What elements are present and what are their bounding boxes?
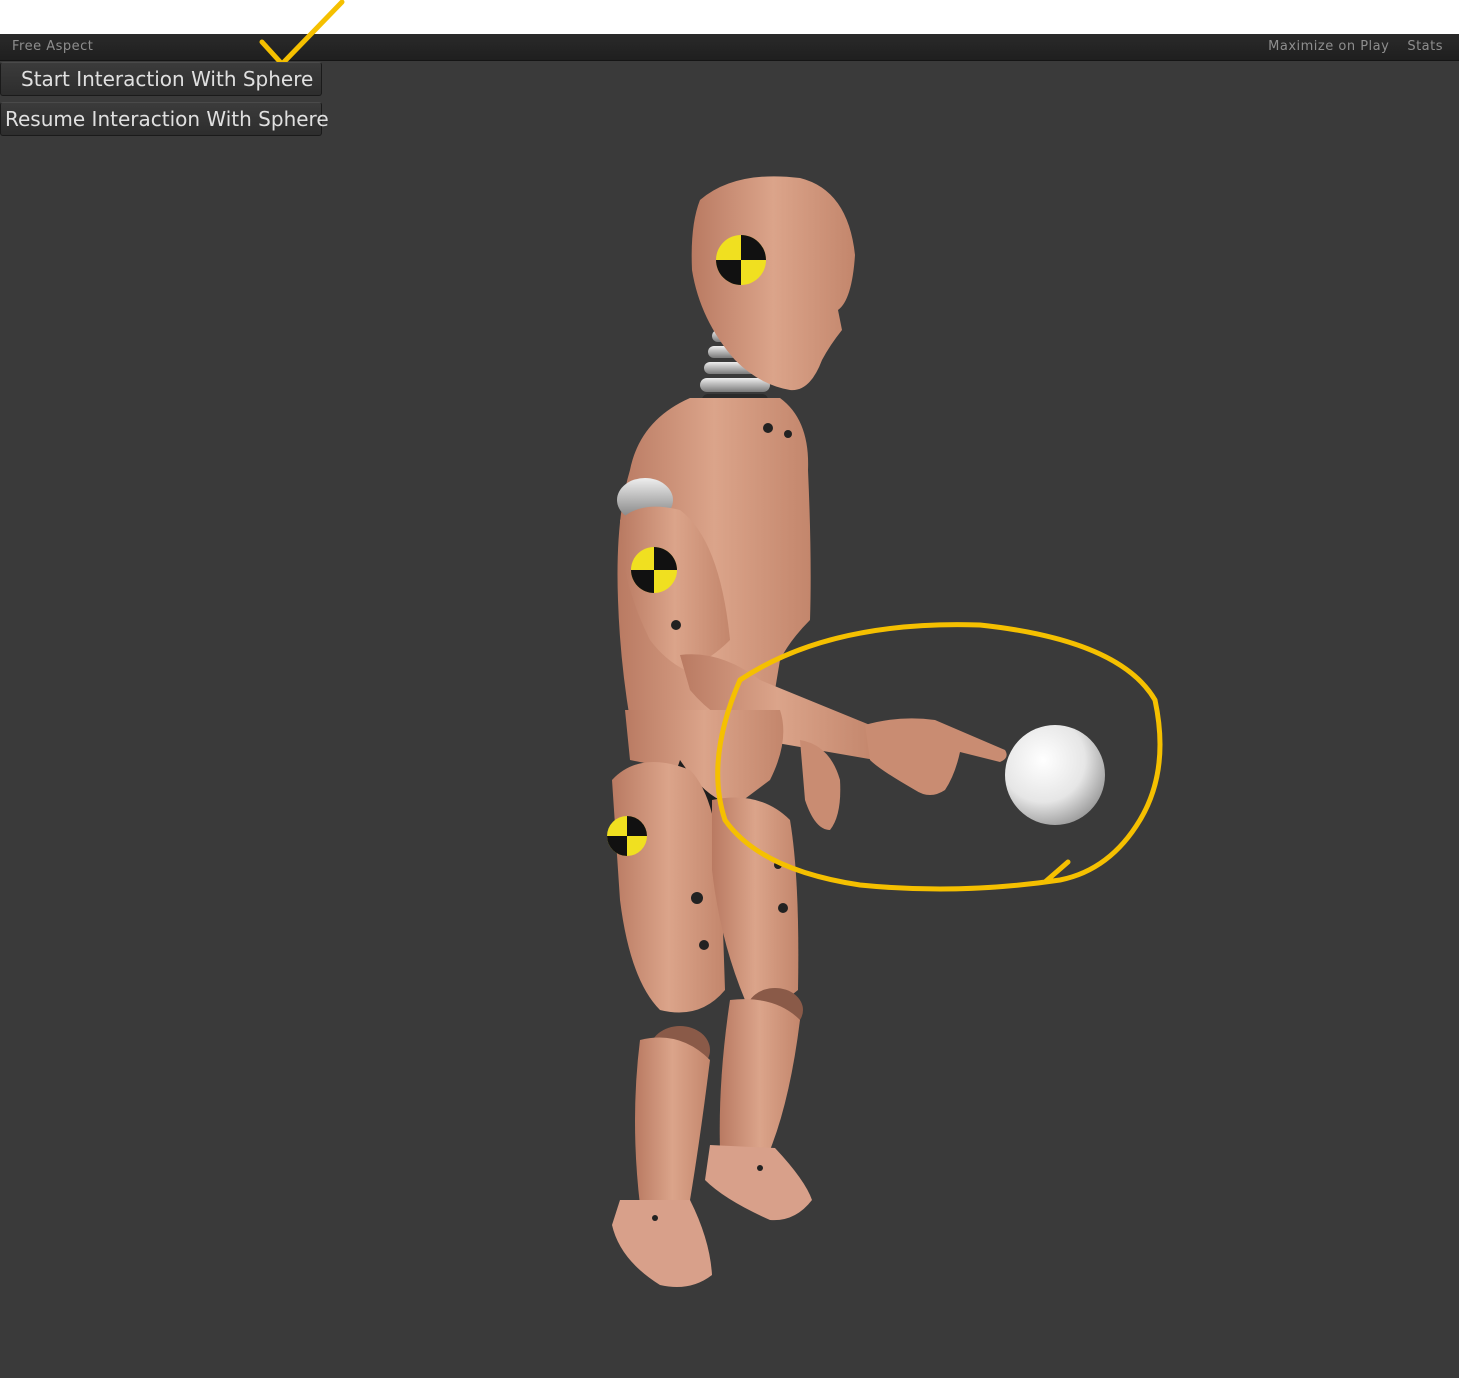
crash-test-dummy — [607, 176, 1007, 1288]
start-interaction-button[interactable]: Start Interaction With Sphere — [0, 62, 322, 96]
game-view-window: Free Aspect ▾ Maximize on Play Stats Sta… — [0, 0, 1459, 1378]
dummy-left-shin — [635, 1037, 710, 1205]
arm-target-marker — [631, 547, 677, 593]
dummy-head — [691, 176, 855, 391]
dummy-left-foot — [612, 1200, 712, 1288]
dummy-right-shin — [719, 999, 800, 1150]
checkmark-annotation-icon — [259, 0, 345, 67]
dummy-right-foot — [705, 1145, 812, 1221]
resume-interaction-button[interactable]: Resume Interaction With Sphere — [0, 102, 329, 136]
head-target-marker — [716, 235, 766, 285]
scene-render — [259, 0, 1163, 1288]
dummy-right-thigh — [712, 797, 799, 1004]
dummy-hand — [865, 718, 1007, 795]
interaction-sphere[interactable] — [1005, 725, 1105, 825]
thigh-target-marker — [607, 816, 647, 856]
dummy-left-hand — [800, 740, 841, 830]
